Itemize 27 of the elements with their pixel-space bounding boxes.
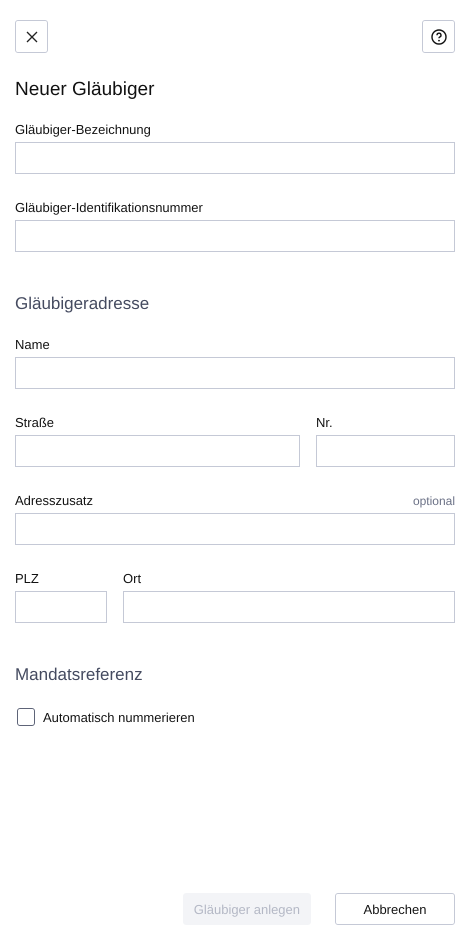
field-label: Name [15,337,50,353]
input-field[interactable] [15,513,455,545]
cancel-button[interactable]: Abbrechen [335,893,455,925]
checkbox[interactable] [17,708,35,726]
field-label: Nr. [316,415,333,431]
field-label: Adresszusatz [15,493,94,509]
field-label: Ort [123,571,142,587]
input-field[interactable] [15,142,455,174]
help-icon [430,28,446,44]
input-field[interactable] [15,591,107,623]
input-field[interactable] [15,220,455,252]
field-label: PLZ [15,571,39,587]
section-heading: Gläubigeradresse [15,293,150,315]
close-button[interactable] [15,20,48,53]
input-field[interactable] [123,591,455,623]
checkbox-label: Automatisch nummerieren [43,710,195,724]
help-button[interactable] [422,20,455,53]
input-field[interactable] [15,435,300,467]
close-icon [26,30,38,42]
field-label: Gläubiger-Bezeichnung [15,122,151,138]
input-field[interactable] [316,435,455,467]
field-label: Straße [15,415,54,431]
input-field[interactable] [15,357,455,389]
field-label: Gläubiger-Identifikationsnummer [15,200,203,216]
section-heading: Mandatsreferenz [15,664,144,686]
optional-hint: optional [412,494,455,508]
dialog-title: Neuer Gläubiger [15,78,156,102]
